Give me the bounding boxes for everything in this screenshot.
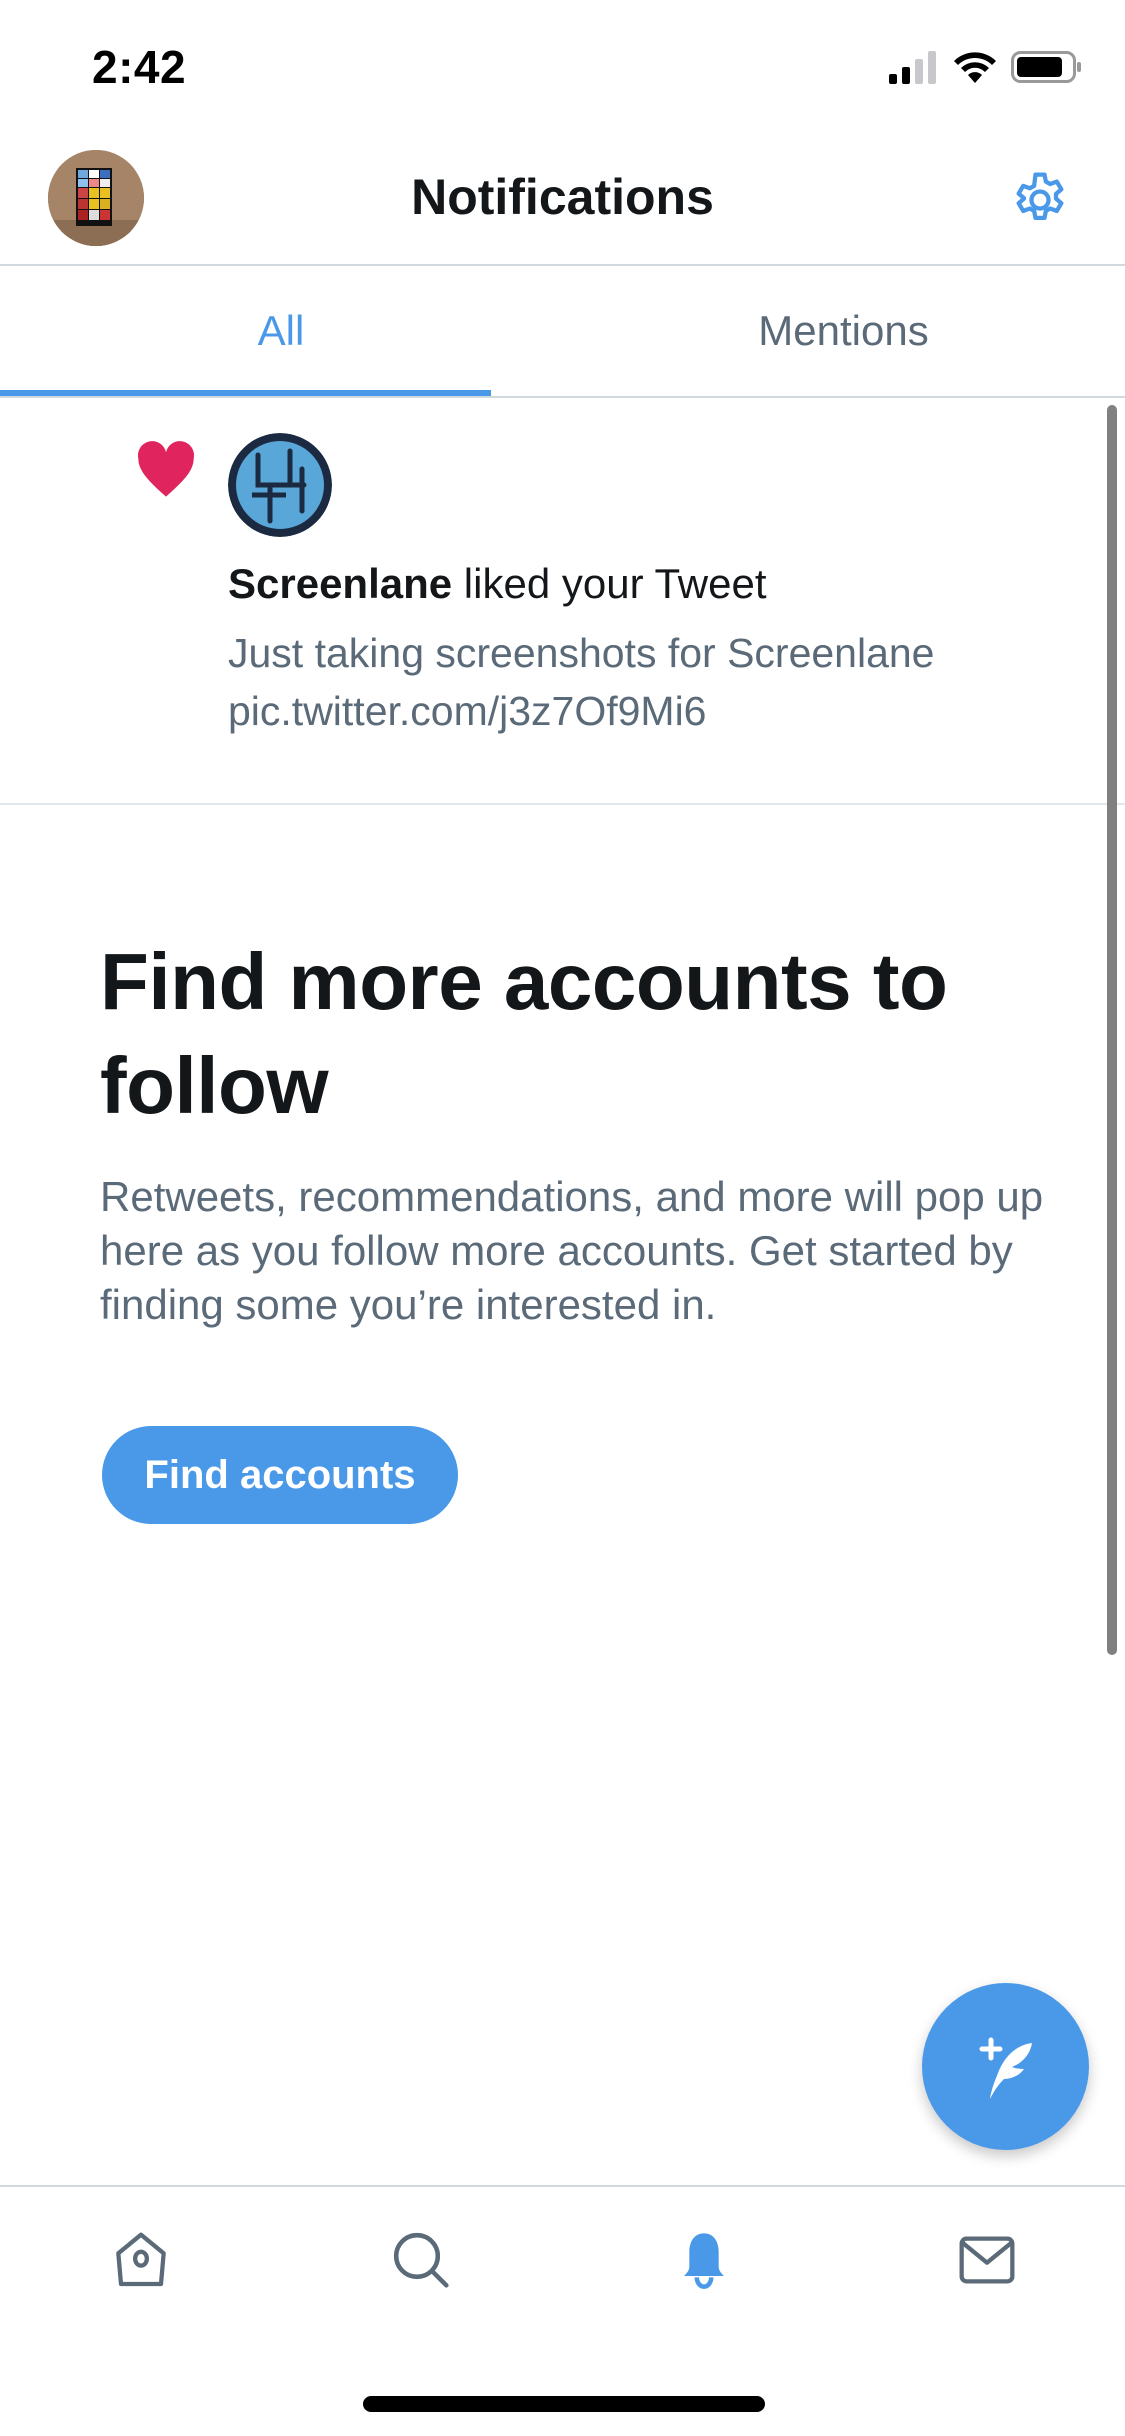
tweet-link[interactable]: pic.twitter.com/j3z7Of9Mi6 — [228, 682, 935, 740]
status-time: 2:42 — [92, 41, 187, 93]
nav-notifications[interactable] — [649, 2210, 759, 2310]
bottom-nav-divider — [0, 2185, 1125, 2187]
tabs-divider — [0, 396, 1125, 398]
notification-actor[interactable]: Screenlane — [228, 560, 452, 607]
bell-icon — [684, 2233, 724, 2289]
search-icon — [393, 2232, 449, 2288]
home-icon — [116, 2232, 166, 2287]
nav-search[interactable] — [366, 2210, 476, 2310]
tab-all[interactable]: All — [0, 266, 562, 396]
gear-icon — [1016, 172, 1064, 220]
battery-icon — [1011, 51, 1081, 83]
find-accounts-button[interactable]: Find accounts — [102, 1426, 458, 1524]
compose-tweet-button[interactable] — [922, 1983, 1089, 2150]
compose-tweet-icon — [979, 2037, 1032, 2099]
mail-icon — [959, 2236, 1015, 2284]
home-indicator[interactable] — [363, 2396, 765, 2412]
cellular-signal-icon — [889, 51, 936, 84]
scrollbar[interactable] — [1107, 405, 1117, 1655]
nav-messages[interactable] — [932, 2210, 1042, 2310]
settings-button[interactable] — [1000, 160, 1080, 240]
heart-icon — [137, 441, 195, 497]
notification-divider — [0, 803, 1125, 805]
notification-action: liked your Tweet — [452, 560, 767, 607]
tweet-text: Just taking screenshots for Screenlane — [228, 630, 935, 676]
tab-mentions[interactable]: Mentions — [562, 266, 1125, 396]
screenlane-avatar[interactable] — [228, 433, 332, 537]
page-title: Notifications — [411, 169, 714, 225]
nav-home[interactable] — [86, 2210, 196, 2310]
empty-state-title: Find more accounts to follow — [100, 937, 948, 1130]
wifi-icon — [954, 52, 996, 83]
notification-text: Screenlane liked your Tweet — [228, 560, 767, 608]
empty-state-body: Retweets, recommendations, and more will… — [100, 1173, 1044, 1328]
tweet-preview: Just taking screenshots for Screenlane p… — [228, 624, 935, 740]
status-icons — [887, 50, 1083, 84]
